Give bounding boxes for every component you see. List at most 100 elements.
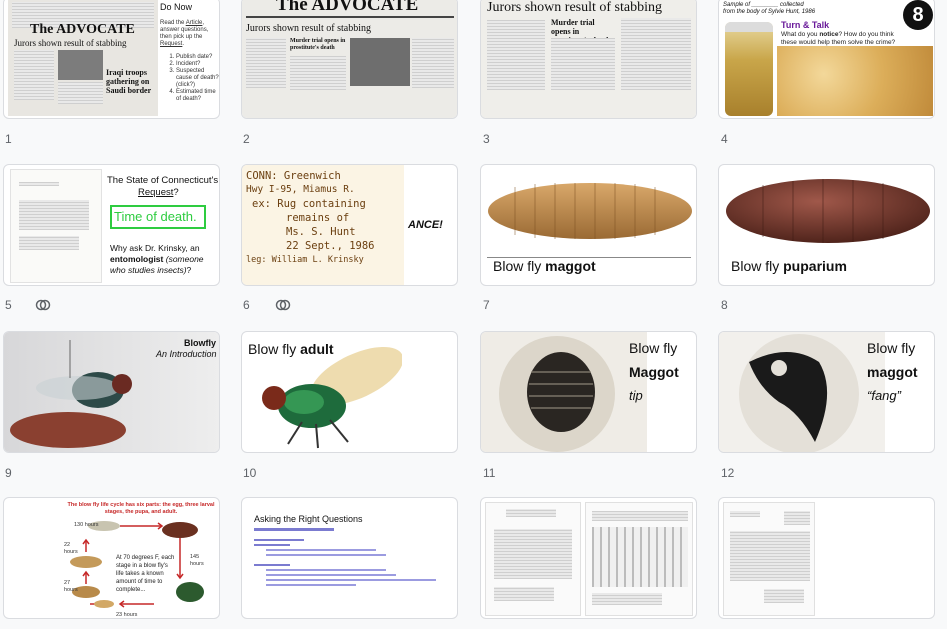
slide-thumbnail-10[interactable]: Blow fly adult — [241, 331, 458, 453]
slide-thumbnail-16[interactable] — [718, 497, 935, 619]
turn-talk-heading: Turn & Talk — [781, 20, 830, 30]
label-line: leg: William L. Krinsky — [246, 255, 364, 265]
puparium-image — [726, 179, 930, 243]
link-icon[interactable] — [275, 298, 291, 312]
entomologist-term: entomologist — [110, 254, 164, 264]
caption-bold: maggot — [545, 258, 596, 274]
caption-line-3: “fang” — [867, 388, 901, 403]
stage-hours: 22 hours — [64, 542, 78, 555]
specimen-label-image: CONN: Greenwich Hwy I-95, Miamus R. ex: … — [242, 165, 404, 285]
request-link[interactable]: Request — [138, 187, 173, 198]
side-text: ANCE! — [408, 219, 443, 231]
slide-thumbnail-4[interactable]: Sample of ________ collected from the bo… — [718, 0, 935, 119]
letter-image — [10, 169, 102, 283]
slide-number: 9 — [5, 466, 12, 480]
caption-text-2: collected — [780, 2, 804, 8]
question-list: Publish date? Incident? Suspected cause … — [168, 54, 219, 103]
question-bold: notice — [819, 31, 839, 38]
slide-title: Do Now — [160, 2, 193, 12]
slide-number: 7 — [483, 298, 490, 312]
stage-hours: 23 hours — [116, 612, 138, 618]
caption-line-1: Blow fly — [867, 340, 916, 356]
slide-title: Asking the Right Questions — [254, 514, 363, 524]
slide-thumbnail-7[interactable]: Blow fly maggot — [480, 164, 697, 286]
caption-text: Sample of — [723, 2, 751, 8]
slide-title: The blow fly life cycle has six parts: t… — [67, 502, 215, 515]
paper-side-headline: Iraqi troops gathering on Saudi border — [106, 68, 152, 95]
article-link[interactable]: Article — [186, 20, 203, 26]
question-item: Incident? — [176, 61, 219, 68]
label-line: ex: Rug containing — [252, 198, 366, 210]
maggot-fang-micrograph — [719, 332, 885, 452]
why-text: Why ask Dr. Krinsky, an — [110, 243, 200, 253]
caption-text: Blow fly — [731, 258, 780, 274]
slide-number: 10 — [243, 466, 257, 480]
slide-thumbnail-3[interactable]: Jurors shown result of stabbing Murder t… — [480, 0, 697, 119]
paper-masthead: The ADVOCATE — [30, 22, 135, 37]
question-item: Estimated time of death? — [176, 89, 219, 103]
slide-number: 12 — [721, 466, 735, 480]
slide-thumbnail-13[interactable]: The blow fly life cycle has six parts: t… — [3, 497, 220, 619]
instructions-text-3: . — [182, 41, 185, 47]
question-item: Suspected cause of death? (click?) — [176, 68, 219, 89]
slide-title: Blowfly — [184, 338, 217, 348]
caption-text: Blow fly — [493, 258, 542, 274]
slide-thumbnail-1[interactable]: The ADVOCATE Jurors shown result of stab… — [3, 0, 220, 119]
label-line: CONN: Greenwich — [246, 170, 341, 182]
time-of-death-highlight: Time of death. — [110, 205, 206, 229]
letter-image — [723, 502, 815, 616]
maggots-image — [777, 46, 933, 116]
slide-subtitle: An Introduction — [156, 349, 217, 359]
label-line: Hwy I-95, Miamus R. — [246, 184, 355, 195]
link-icon[interactable] — [35, 298, 51, 312]
slide-thumbnail-5[interactable]: The State of Connecticut's Request? Time… — [3, 164, 220, 286]
slide-number: 3 — [483, 132, 490, 146]
slide-number: 4 — [721, 132, 728, 146]
slide-thumbnail-12[interactable]: Blow fly maggot “fang” — [718, 331, 935, 453]
stage-hours: 145 hours — [190, 554, 204, 567]
caption-line-2: maggot — [867, 364, 918, 380]
slide-number: 8 — [721, 298, 728, 312]
lifecycle-description: At 70 degrees F, each stage in a blow fl… — [116, 555, 175, 593]
slide-thumbnail-9[interactable]: Blowfly An Introduction — [3, 331, 220, 453]
slide-thumbnail-8[interactable]: Blow fly puparium — [718, 164, 935, 286]
request-link[interactable]: Request — [160, 41, 182, 47]
paper-masthead: The ADVOCATE — [276, 0, 419, 15]
slide-number: 5 — [5, 298, 12, 312]
slide-number: 6 — [243, 298, 250, 312]
slide-thumbnail-14[interactable]: Asking the Right Questions — [241, 497, 458, 619]
caption-line-1: Blow fly — [629, 340, 678, 356]
questions-list — [254, 528, 444, 589]
paper-headline: Jurors shown result of stabbing — [14, 38, 127, 48]
maggot-image — [488, 183, 692, 239]
letter-image — [485, 502, 581, 616]
maggot-tip-micrograph — [481, 332, 647, 452]
caption-line-2: Maggot — [629, 364, 679, 380]
slide-thumbnail-15[interactable] — [480, 497, 697, 619]
adult-blowfly-image — [262, 346, 402, 449]
number-badge: 8 — [903, 0, 933, 30]
slide-thumbnail-6[interactable]: CONN: Greenwich Hwy I-95, Miamus R. ex: … — [241, 164, 458, 286]
paper-headline: Jurors shown result of stabbing — [487, 0, 662, 15]
data-table-image — [585, 502, 693, 616]
question-item: Publish date? — [176, 54, 219, 61]
stage-hours: 130 hours — [74, 522, 99, 528]
blowfly-on-puparium-image — [10, 340, 132, 448]
state-request-text: The State of Connecticut's — [107, 175, 219, 186]
caption-line-3: tip — [629, 388, 643, 403]
slide-thumbnail-11[interactable]: Blow fly Maggot tip — [480, 331, 697, 453]
instructions-text: Read the — [160, 20, 185, 26]
request-suffix: ? — [173, 187, 179, 198]
question-text: What do you — [781, 31, 818, 38]
slide-number: 11 — [483, 466, 496, 480]
newspaper-image: The ADVOCATE Jurors shown result of stab… — [242, 0, 457, 118]
label-line: remains of — [286, 212, 350, 224]
slide-number: 1 — [5, 132, 12, 146]
stage-hours: 27 hours — [64, 580, 78, 593]
slide-number: 2 — [243, 132, 250, 146]
slide-thumbnail-2[interactable]: The ADVOCATE Jurors shown result of stab… — [241, 0, 458, 119]
label-line: 22 Sept., 1986 — [286, 240, 375, 252]
label-line: Ms. S. Hunt — [286, 226, 356, 238]
lifecycle-diagram — [70, 521, 204, 608]
slide-grid: The ADVOCATE Jurors shown result of stab… — [0, 0, 947, 629]
